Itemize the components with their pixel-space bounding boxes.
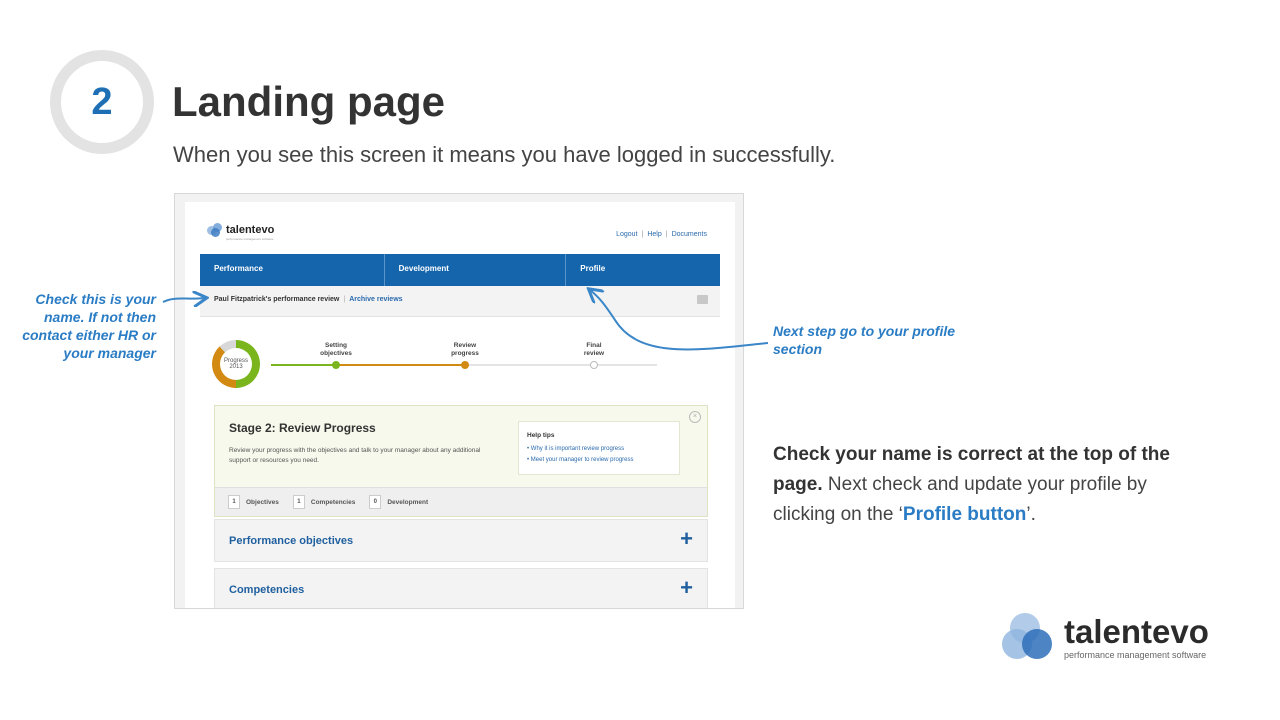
footer-tagline: performance management software: [1064, 650, 1207, 660]
logo-icon: [1002, 613, 1054, 661]
instruction-text: Check your name is correct at the top of…: [773, 444, 1170, 525]
profile-arrow: [590, 290, 769, 351]
footer-logo: talentevo performance management softwar…: [1002, 613, 1232, 665]
profile-button-reference: Profile button: [902, 504, 1027, 525]
name-arrow: [162, 298, 205, 302]
annotation-arrows: [162, 0, 769, 351]
footer-brand: talentevo: [1064, 613, 1209, 650]
